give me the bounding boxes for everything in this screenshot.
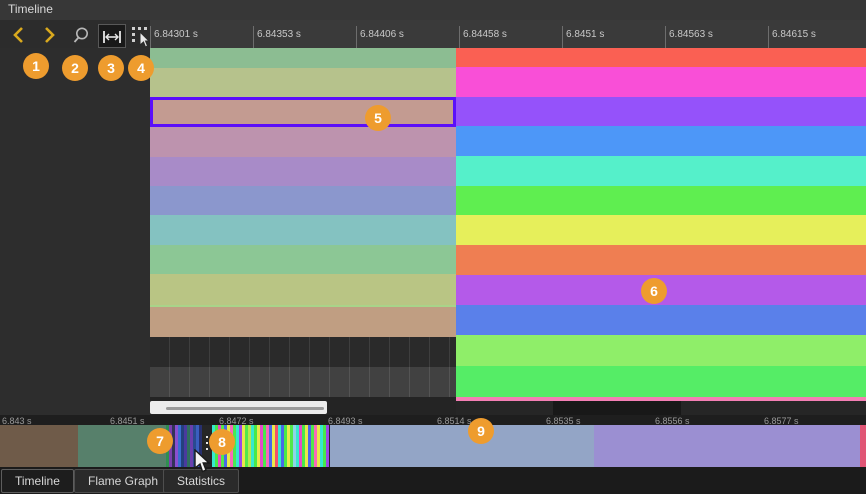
next-event-button[interactable] — [40, 26, 62, 46]
overview-segment[interactable] — [330, 425, 594, 467]
tab-timeline[interactable]: Timeline — [1, 469, 74, 493]
timeline-event-segment-right[interactable] — [456, 366, 866, 397]
timeline-profiler-view: Timeline — [0, 0, 866, 494]
annotation-badge-1: 1 — [23, 53, 49, 79]
magnifier-icon — [71, 33, 91, 50]
axis-tick — [562, 26, 563, 48]
timeline-event-segment-left[interactable] — [150, 245, 456, 274]
track-label-panel — [0, 48, 150, 424]
timeline-grid-track-lower[interactable] — [150, 367, 456, 397]
axis-tick — [665, 26, 666, 48]
timeline-event-segment-right[interactable] — [456, 305, 866, 335]
axis-tick — [150, 26, 151, 48]
axis-tick-label: 6.84615 s — [772, 29, 816, 40]
zoom-control-button[interactable] — [71, 26, 93, 46]
timeline-event-segment-left[interactable] — [150, 186, 456, 215]
overview-range-bar[interactable] — [0, 425, 866, 467]
timeline-event-segment-right[interactable] — [456, 215, 866, 245]
bottom-tabbar: TimelineFlame GraphStatistics — [0, 467, 866, 494]
timeline-event-segment-left[interactable] — [150, 68, 456, 97]
handle-dots-icon — [206, 442, 208, 444]
chevron-left-icon — [10, 31, 28, 48]
annotation-badge-2: 2 — [62, 55, 88, 81]
timeline-event-segment-right[interactable] — [456, 397, 866, 401]
horizontal-scrollbar[interactable] — [150, 401, 327, 414]
timeline-event-segment-right[interactable] — [456, 245, 866, 275]
timeline-event-segment-right[interactable] — [456, 335, 866, 366]
axis-tick-label: 6.84563 s — [669, 29, 713, 40]
timeline-event-segment-right[interactable] — [456, 67, 866, 97]
axis-tick — [459, 26, 460, 48]
time-axis: 6.84301 s 6.84353 s 6.84406 s 6.84458 s 6.84… — [150, 20, 866, 48]
annotation-badge-6: 6 — [641, 278, 667, 304]
axis-tick-label: 6.84353 s — [257, 29, 301, 40]
annotation-badge-9: 9 — [468, 418, 494, 444]
axis-tick-label: 6.84458 s — [463, 29, 507, 40]
overview-segment[interactable] — [594, 425, 860, 467]
timeline-event-segment-left[interactable] — [150, 157, 456, 186]
axis-tick — [253, 26, 254, 48]
view-title: Timeline — [8, 2, 53, 16]
axis-tick-label: 6.8451 s — [566, 29, 604, 40]
fit-range-icon — [99, 28, 125, 50]
timeline-event-segment-right[interactable] — [456, 126, 866, 156]
annotation-badge-7: 7 — [147, 428, 173, 454]
annotation-badge-4: 4 — [128, 55, 154, 81]
view-full-range-button[interactable] — [98, 24, 126, 48]
timeline-event-segment-right[interactable] — [456, 156, 866, 186]
overview-segment[interactable] — [0, 425, 78, 467]
timeline-event-segment-right[interactable] — [456, 97, 866, 126]
tab-flame-graph[interactable]: Flame Graph — [74, 469, 172, 493]
timeline-event-segment-left[interactable] — [150, 274, 456, 305]
axis-tick — [356, 26, 357, 48]
annotation-badge-5: 5 — [365, 105, 391, 131]
timeline-grid-track-upper[interactable] — [150, 337, 456, 367]
annotation-badge-3: 3 — [98, 55, 124, 81]
mouse-cursor-icon — [194, 449, 214, 480]
handle-dots-icon — [206, 436, 208, 438]
timeline-event-selected[interactable] — [150, 97, 456, 127]
timeline-event-segment-right[interactable] — [456, 48, 866, 67]
timeline-event-segment-left[interactable] — [150, 48, 456, 68]
overview-stripe[interactable] — [326, 425, 329, 467]
timeline-event-segment-right[interactable] — [456, 186, 866, 215]
scrollbar-thumb[interactable] — [166, 407, 324, 410]
axis-tick-label: 6.84406 s — [360, 29, 404, 40]
timeline-event-segment-left[interactable] — [150, 215, 456, 245]
overview-segment[interactable] — [860, 425, 866, 467]
axis-tick — [768, 26, 769, 48]
previous-event-button[interactable] — [10, 26, 32, 46]
view-header — [0, 0, 866, 20]
axis-tick-label: 6.84301 s — [154, 29, 198, 40]
chevron-right-icon — [40, 31, 58, 48]
overview-time-axis: 6.843 s6.8451 s6.8472 s6.8493 s6.8514 s6… — [0, 415, 866, 425]
timeline-event-segment-left[interactable] — [150, 127, 456, 157]
timeline-event-segment-left[interactable] — [150, 307, 456, 337]
